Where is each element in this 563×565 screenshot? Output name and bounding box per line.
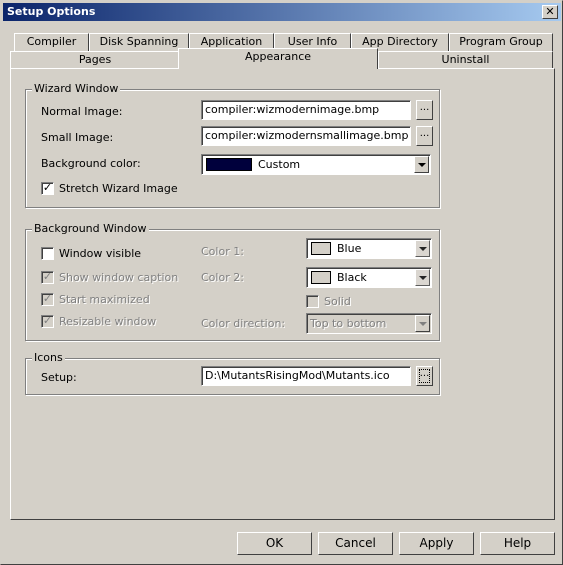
small-image-label: Small Image:	[41, 131, 114, 144]
normal-image-label: Normal Image:	[41, 105, 123, 118]
stretch-wizard-image-label: Stretch Wizard Image	[59, 182, 178, 195]
stretch-wizard-image-checkbox[interactable]: ✓	[41, 182, 54, 195]
tab-program-group[interactable]: Program Group	[449, 33, 553, 51]
color2-value: Black	[337, 271, 367, 284]
tab-disk-spanning[interactable]: Disk Spanning	[89, 33, 189, 51]
chevron-down-icon[interactable]	[415, 269, 430, 286]
apply-button[interactable]: Apply	[399, 532, 474, 555]
close-button[interactable]: ✕	[542, 5, 558, 19]
tab-appearance[interactable]: Appearance	[178, 48, 378, 69]
setup-icon-label: Setup:	[41, 371, 77, 384]
background-window-group: Background Window Window visible ✓ Show …	[25, 222, 440, 341]
color2-label: Color 2:	[201, 271, 244, 284]
window-title: Setup Options	[7, 5, 96, 18]
background-window-group-title: Background Window	[32, 222, 149, 235]
window-visible-label: Window visible	[59, 247, 142, 260]
start-maximized-checkbox[interactable]: ✓	[41, 293, 54, 306]
cancel-button[interactable]: Cancel	[318, 532, 393, 555]
show-window-caption-checkbox[interactable]: ✓	[41, 271, 54, 284]
icons-group-title: Icons	[32, 351, 65, 364]
appearance-panel: Wizard Window Normal Image: compiler:wiz…	[10, 68, 555, 520]
setup-icon-browse-button[interactable]: ...	[416, 366, 433, 386]
wizard-window-group-title: Wizard Window	[32, 82, 121, 95]
title-bar[interactable]: Setup Options ✕	[3, 3, 561, 21]
tab-pages[interactable]: Pages	[10, 51, 180, 69]
icons-group: Icons Setup: D:\MutantsRisingMod\Mutants…	[25, 351, 440, 395]
normal-image-field[interactable]: compiler:wizmodernimage.bmp	[201, 100, 411, 120]
start-maximized-label: Start maximized	[59, 293, 150, 306]
chevron-down-icon[interactable]	[415, 240, 430, 257]
background-color-value: Custom	[258, 158, 301, 171]
chevron-down-icon[interactable]	[415, 315, 430, 332]
setup-options-dialog: Setup Options ✕ Compiler Disk Spanning A…	[0, 0, 563, 565]
color2-swatch	[311, 271, 331, 284]
solid-checkbox[interactable]	[306, 295, 319, 308]
normal-image-browse-button[interactable]: ...	[416, 100, 433, 120]
background-color-swatch	[206, 158, 252, 171]
solid-label: Solid	[324, 295, 351, 308]
chevron-down-icon[interactable]	[414, 156, 429, 173]
small-image-browse-button[interactable]: ...	[416, 126, 433, 146]
wizard-window-group: Wizard Window Normal Image: compiler:wiz…	[25, 82, 440, 208]
color2-select[interactable]: Black	[306, 267, 432, 288]
close-icon: ✕	[545, 5, 555, 18]
color1-label: Color 1:	[201, 245, 244, 258]
window-visible-checkbox[interactable]	[41, 247, 54, 260]
tab-compiler[interactable]: Compiler	[14, 33, 89, 51]
setup-icon-field[interactable]: D:\MutantsRisingMod\Mutants.ico	[201, 366, 411, 386]
show-window-caption-label: Show window caption	[59, 271, 179, 284]
small-image-field[interactable]: compiler:wizmodernsmallimage.bmp	[201, 126, 411, 146]
background-color-label: Background color:	[41, 157, 141, 170]
resizable-window-label: Resizable window	[59, 315, 157, 328]
color-direction-value: Top to bottom	[310, 317, 387, 330]
tab-uninstall[interactable]: Uninstall	[378, 51, 553, 69]
color-direction-select[interactable]: Top to bottom	[306, 313, 432, 334]
color1-select[interactable]: Blue	[306, 238, 432, 259]
background-color-select[interactable]: Custom	[201, 154, 431, 175]
color1-swatch	[311, 242, 331, 255]
resizable-window-checkbox[interactable]: ✓	[41, 315, 54, 328]
help-button[interactable]: Help	[480, 532, 555, 555]
color1-value: Blue	[337, 242, 362, 255]
ok-button[interactable]: OK	[237, 532, 312, 555]
color-direction-label: Color direction:	[201, 317, 286, 330]
